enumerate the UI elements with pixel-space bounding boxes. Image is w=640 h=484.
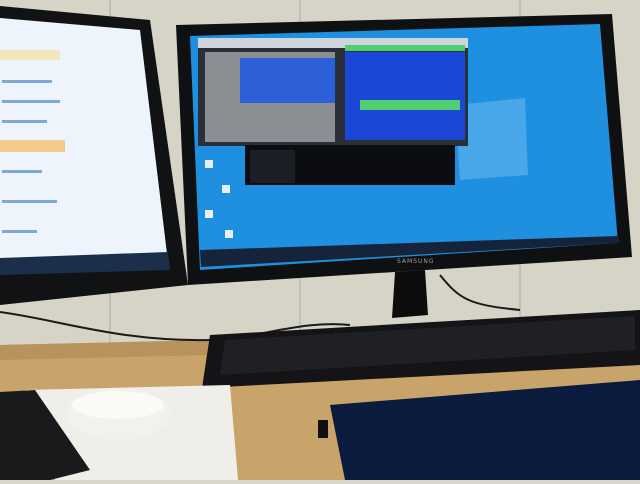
window-icon[interactable] <box>205 160 213 168</box>
monitor-brand: SAMSUNG <box>397 258 435 265</box>
left-screen-text <box>2 170 42 173</box>
folder-icon[interactable] <box>205 210 213 218</box>
monitor-stand <box>392 270 428 318</box>
app-icon[interactable] <box>225 230 233 238</box>
photo-scene: SAMSUNG <box>0 0 640 480</box>
file-icon[interactable] <box>222 185 230 193</box>
left-screen-text <box>2 120 47 123</box>
earbuds-case-lid <box>72 391 164 419</box>
app-window-pane <box>240 58 335 103</box>
small-dark-object <box>318 420 328 438</box>
terminal-bars <box>250 150 295 183</box>
app-window-pane <box>345 52 465 140</box>
app-window-graph <box>360 100 460 110</box>
app-window-graph <box>345 45 465 51</box>
left-screen-highlight <box>0 50 60 60</box>
left-screen-highlight <box>0 140 65 152</box>
left-screen-text <box>2 100 60 103</box>
left-screen-text <box>2 200 57 203</box>
left-screen-text <box>2 230 37 233</box>
left-screen-text <box>2 80 52 83</box>
scene-svg <box>0 0 640 480</box>
